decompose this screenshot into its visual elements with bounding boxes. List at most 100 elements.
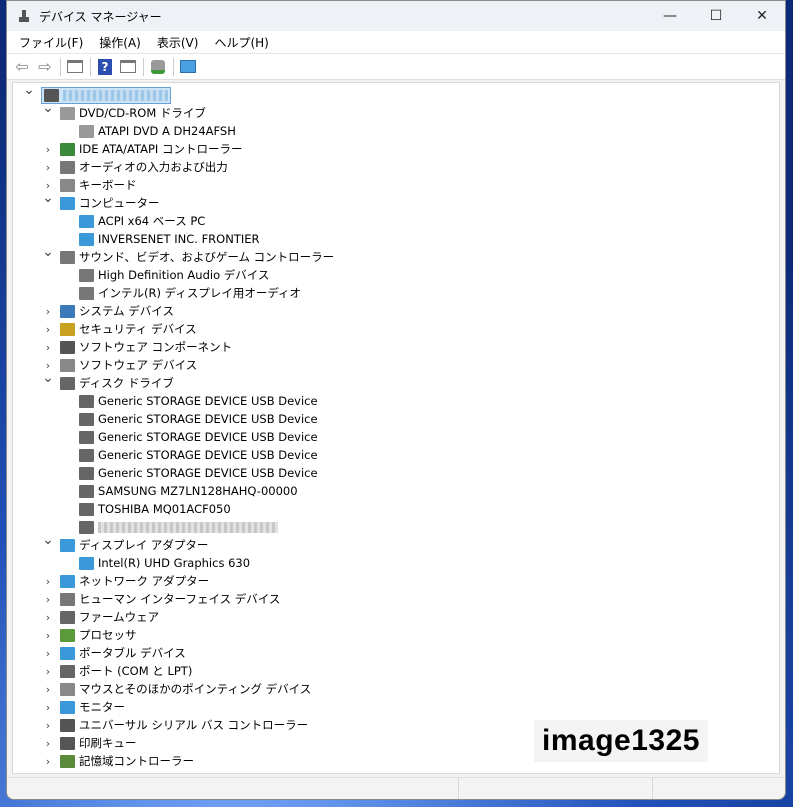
tree-item[interactable]: INVERSENET INC. FRONTIER — [79, 230, 260, 248]
speaker-icon — [60, 250, 75, 264]
tree-item-label: ディスク ドライブ — [79, 376, 174, 390]
forward-button[interactable]: ⇨ — [34, 57, 56, 77]
tree-item[interactable]: ⌄ ディスク ドライブ — [42, 370, 174, 392]
tree-item-label: コンピューター — [79, 196, 160, 210]
tree-item[interactable]: Intel(R) UHD Graphics 630 — [79, 554, 250, 572]
tree-item[interactable]: ⌄ コンピューター — [42, 190, 160, 212]
tree-item[interactable]: High Definition Audio デバイス — [79, 266, 269, 284]
update-driver-icon — [151, 59, 165, 74]
port-icon — [60, 664, 75, 678]
monitor-icon — [79, 214, 94, 228]
tree-item[interactable]: › ヒューマン インターフェイス デバイス — [46, 590, 281, 608]
monitor-icon — [79, 232, 94, 246]
chevron-right-icon[interactable]: › — [42, 701, 54, 714]
tree-item[interactable]: Generic STORAGE DEVICE USB Device — [79, 464, 318, 482]
chevron-down-icon[interactable]: ⌄ — [23, 82, 35, 98]
tree-item[interactable]: TOSHIBA MQ01ACF050 — [79, 500, 231, 518]
tree-root-selection[interactable] — [41, 86, 171, 104]
chevron-down-icon[interactable]: ⌄ — [42, 190, 54, 206]
tree-item[interactable]: Generic STORAGE DEVICE USB Device — [79, 446, 318, 464]
chevron-right-icon[interactable]: › — [42, 305, 54, 318]
disk-icon — [79, 430, 94, 444]
printer-icon — [60, 736, 75, 750]
tree-item[interactable]: › オーディオの入力および出力 — [46, 158, 228, 176]
chevron-down-icon[interactable]: ⌄ — [42, 370, 54, 386]
tree-item[interactable]: › プロセッサ — [46, 626, 137, 644]
tree-item[interactable]: › セキュリティ デバイス — [46, 320, 197, 338]
chevron-right-icon[interactable]: › — [42, 647, 54, 660]
minimize-button[interactable]: — — [647, 1, 693, 31]
chevron-right-icon[interactable]: › — [42, 323, 54, 336]
tree-item-label: IDE ATA/ATAPI コントローラー — [79, 142, 243, 156]
maximize-button[interactable]: ☐ — [693, 1, 739, 31]
portable-icon — [60, 646, 75, 660]
tree-item[interactable]: › モニター — [46, 698, 125, 716]
tree-item-label: ACPI x64 ベース PC — [98, 214, 206, 228]
tree-item[interactable]: › システム デバイス — [46, 302, 174, 320]
scan-hardware-button[interactable] — [177, 57, 199, 77]
status-pane-1 — [7, 778, 459, 799]
show-hide-console-tree-button[interactable] — [64, 57, 86, 77]
network-icon — [60, 574, 75, 588]
tree-item[interactable]: ⌄ ディスプレイ アダプター — [42, 532, 208, 554]
chevron-right-icon[interactable]: › — [42, 719, 54, 732]
tree-item[interactable]: ⌄ DVD/CD-ROM ドライブ — [42, 100, 206, 122]
menu-action[interactable]: 操作(A) — [91, 34, 149, 51]
tree-item[interactable]: Generic STORAGE DEVICE USB Device — [79, 410, 318, 428]
tree-item-label: ユニバーサル シリアル バス コントローラー — [79, 718, 309, 732]
menu-help[interactable]: ヘルプ(H) — [206, 34, 276, 51]
chevron-right-icon[interactable]: › — [42, 737, 54, 750]
tree-item[interactable]: › ポータブル デバイス — [46, 644, 186, 662]
chevron-down-icon[interactable]: ⌄ — [42, 244, 54, 260]
tree-root[interactable]: ⌄ — [23, 82, 171, 104]
chevron-down-icon[interactable]: ⌄ — [42, 532, 54, 548]
chevron-down-icon[interactable]: ⌄ — [42, 100, 54, 116]
chevron-right-icon[interactable]: › — [42, 755, 54, 768]
status-pane-3 — [653, 778, 785, 799]
tree-item[interactable]: ⌄ サウンド、ビデオ、およびゲーム コントローラー — [42, 244, 334, 266]
chevron-right-icon[interactable]: › — [42, 341, 54, 354]
watermark: image1325 — [534, 720, 708, 762]
tree-item[interactable]: Generic STORAGE DEVICE USB Device — [79, 428, 318, 446]
firmware-icon — [60, 610, 75, 624]
back-button[interactable]: ⇦ — [11, 57, 33, 77]
tree-item[interactable]: › ポート (COM と LPT) — [46, 662, 193, 680]
tree-item[interactable]: SAMSUNG MZ7LN128HAHQ-00000 — [79, 482, 298, 500]
menu-file[interactable]: ファイル(F) — [11, 34, 91, 51]
update-driver-button[interactable] — [147, 57, 169, 77]
speaker-icon — [79, 286, 94, 300]
tree-item[interactable]: › ファームウェア — [46, 608, 160, 626]
tree-item[interactable]: › ネットワーク アダプター — [46, 572, 209, 590]
window-title: デバイス マネージャー — [39, 9, 162, 24]
chevron-right-icon[interactable]: › — [42, 143, 54, 156]
tree-item[interactable]: Generic STORAGE DEVICE USB Device — [79, 392, 318, 410]
chevron-right-icon[interactable]: › — [42, 665, 54, 678]
chevron-right-icon[interactable]: › — [42, 683, 54, 696]
arrow-left-icon: ⇦ — [15, 57, 29, 76]
tree-item[interactable]: ATAPI DVD A DH24AFSH — [79, 122, 236, 140]
close-button[interactable]: ✕ — [739, 1, 785, 31]
help-button[interactable]: ? — [94, 57, 116, 77]
tree-item[interactable]: › キーボード — [46, 176, 137, 194]
chevron-right-icon[interactable]: › — [42, 593, 54, 606]
tree-item[interactable] — [79, 518, 278, 536]
status-pane-2 — [459, 778, 653, 799]
chevron-right-icon[interactable]: › — [42, 611, 54, 624]
tree-item[interactable]: › マウスとそのほかのポインティング デバイス — [46, 680, 311, 698]
chevron-right-icon[interactable]: › — [42, 575, 54, 588]
tree-item[interactable]: インテル(R) ディスプレイ用オーディオ — [79, 284, 301, 302]
tree-item[interactable]: › 記憶域コントローラー — [46, 752, 194, 770]
chevron-right-icon[interactable]: › — [42, 161, 54, 174]
mouse-icon — [60, 682, 75, 696]
tree-item[interactable]: › ソフトウェア デバイス — [46, 356, 198, 374]
tree-item[interactable]: ACPI x64 ベース PC — [79, 212, 205, 230]
show-action-pane-button[interactable] — [117, 57, 139, 77]
menu-view[interactable]: 表示(V) — [149, 34, 207, 51]
chevron-right-icon[interactable]: › — [42, 629, 54, 642]
tree-item-label: ファームウェア — [79, 610, 160, 624]
arrow-right-icon: ⇨ — [38, 57, 52, 76]
tree-item[interactable]: › IDE ATA/ATAPI コントローラー — [46, 140, 243, 158]
tree-item[interactable]: › 印刷キュー — [46, 734, 137, 752]
tree-item[interactable]: › ユニバーサル シリアル バス コントローラー — [46, 716, 309, 734]
tree-item[interactable]: › ソフトウェア コンポーネント — [46, 338, 232, 356]
